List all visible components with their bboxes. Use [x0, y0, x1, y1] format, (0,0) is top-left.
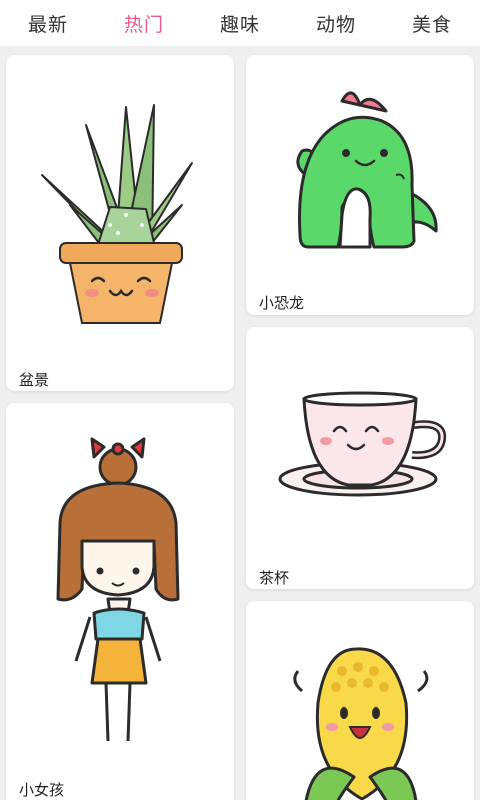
drawing-card-bonsai[interactable]: 盆景	[6, 55, 234, 391]
tab-animals[interactable]: 动物	[288, 10, 384, 37]
card-title: 小恐龙	[259, 294, 305, 312]
potted-aloe-drawing-icon	[41, 104, 193, 324]
card-title: 茶杯	[259, 569, 290, 587]
drawing-card-teacup[interactable]: 茶杯	[246, 327, 474, 589]
tab-food[interactable]: 美食	[384, 10, 480, 37]
tab-latest[interactable]: 最新	[0, 10, 96, 37]
corn-drawing-icon	[293, 647, 429, 800]
card-title: 小女孩	[19, 781, 65, 799]
teacup-drawing-icon	[278, 391, 447, 497]
tab-hot[interactable]: 热门	[96, 10, 192, 37]
drawing-card-corn[interactable]	[246, 601, 474, 800]
little-girl-drawing-icon	[56, 437, 180, 742]
drawing-card-little-dinosaur[interactable]: 小恐龙	[246, 55, 474, 315]
green-dinosaur-drawing-icon	[296, 91, 438, 249]
drawing-card-little-girl[interactable]: 小女孩	[6, 403, 234, 800]
category-tab-bar: 最新 热门 趣味 动物 美食	[0, 0, 480, 46]
card-title: 盆景	[19, 371, 50, 389]
tab-fun[interactable]: 趣味	[192, 10, 288, 37]
